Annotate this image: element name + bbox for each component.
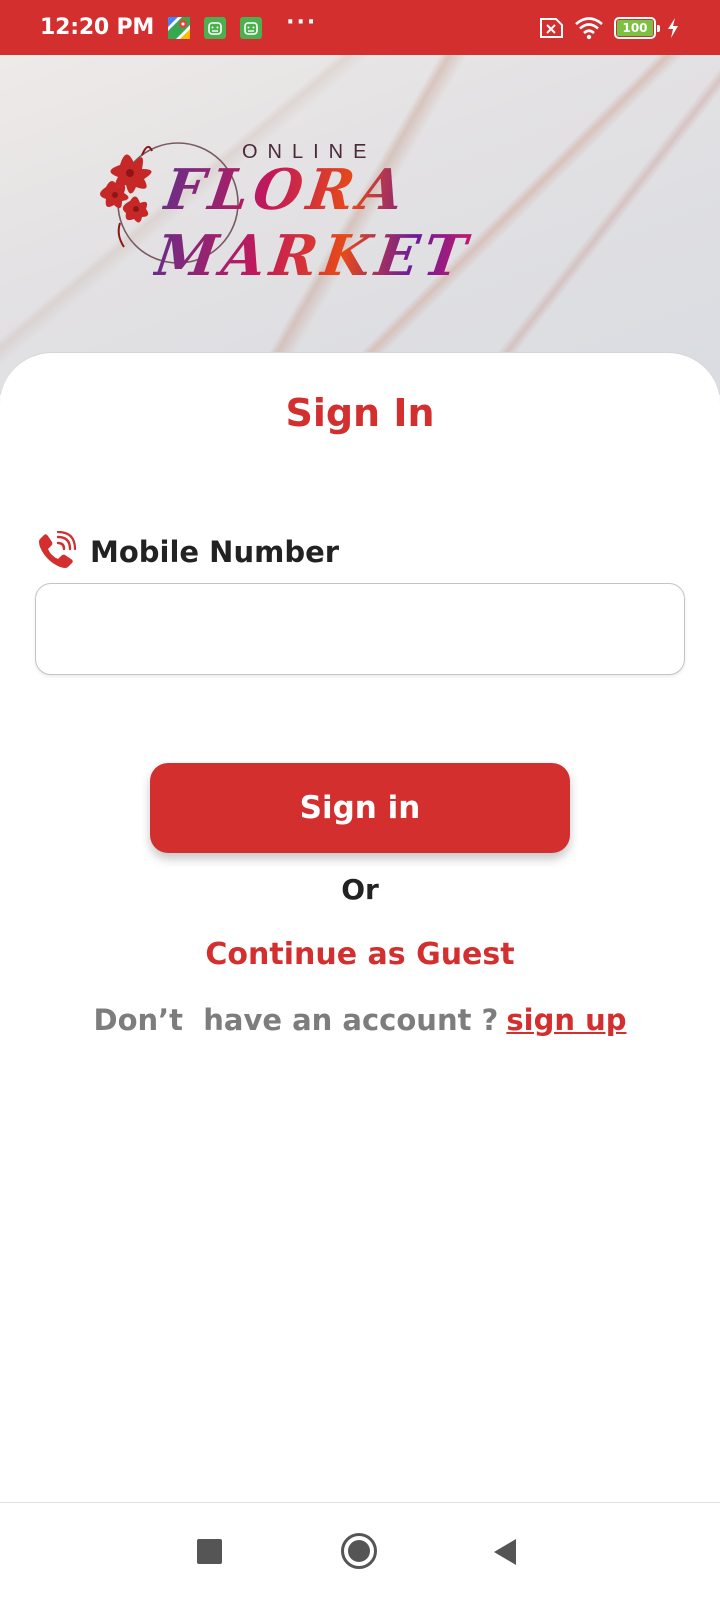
battery-icon: 100	[614, 16, 660, 39]
logo-title-text: FLORA MARKET	[151, 157, 640, 289]
android-icon	[240, 16, 263, 39]
home-button[interactable]	[341, 1533, 377, 1569]
back-button[interactable]	[494, 1539, 516, 1565]
sign-up-link[interactable]: sign up	[506, 1003, 626, 1037]
notification-icons: ···	[168, 11, 317, 39]
sign-in-button[interactable]: Sign in	[150, 763, 570, 853]
battery-level: 100	[617, 19, 653, 36]
page-title: Sign In	[285, 391, 435, 435]
navigation-bar	[0, 1502, 720, 1600]
status-time: 12:20 PM	[40, 15, 155, 40]
phone-icon	[39, 531, 76, 568]
signup-prompt-text: Don’t have an account ?	[93, 1003, 499, 1037]
recent-apps-button[interactable]	[197, 1539, 222, 1564]
charging-icon	[668, 17, 678, 38]
continue-as-guest-link[interactable]: Continue as Guest	[0, 937, 720, 972]
no-sim-icon	[540, 17, 563, 38]
mobile-field-label-row: Mobile Number	[34, 531, 339, 573]
more-notifications-icon: ···	[286, 9, 318, 35]
signin-card: Sign In Mobile Number Sign in Or Continu…	[0, 352, 720, 1502]
wifi-icon	[575, 16, 603, 39]
maps-icon	[168, 16, 191, 39]
android-icon	[204, 16, 227, 39]
signup-row: Don’t have an account ? sign up	[0, 1003, 720, 1037]
hero-banner: ONLINE FLORA MARKET	[0, 55, 720, 395]
mobile-number-label: Mobile Number	[90, 535, 340, 569]
status-bar: 12:20 PM ··· 100	[0, 0, 720, 55]
system-status: 100	[538, 16, 680, 40]
app-logo: ONLINE FLORA MARKET	[90, 135, 630, 335]
mobile-number-input[interactable]	[35, 583, 685, 675]
or-divider-text: Or	[341, 873, 379, 906]
